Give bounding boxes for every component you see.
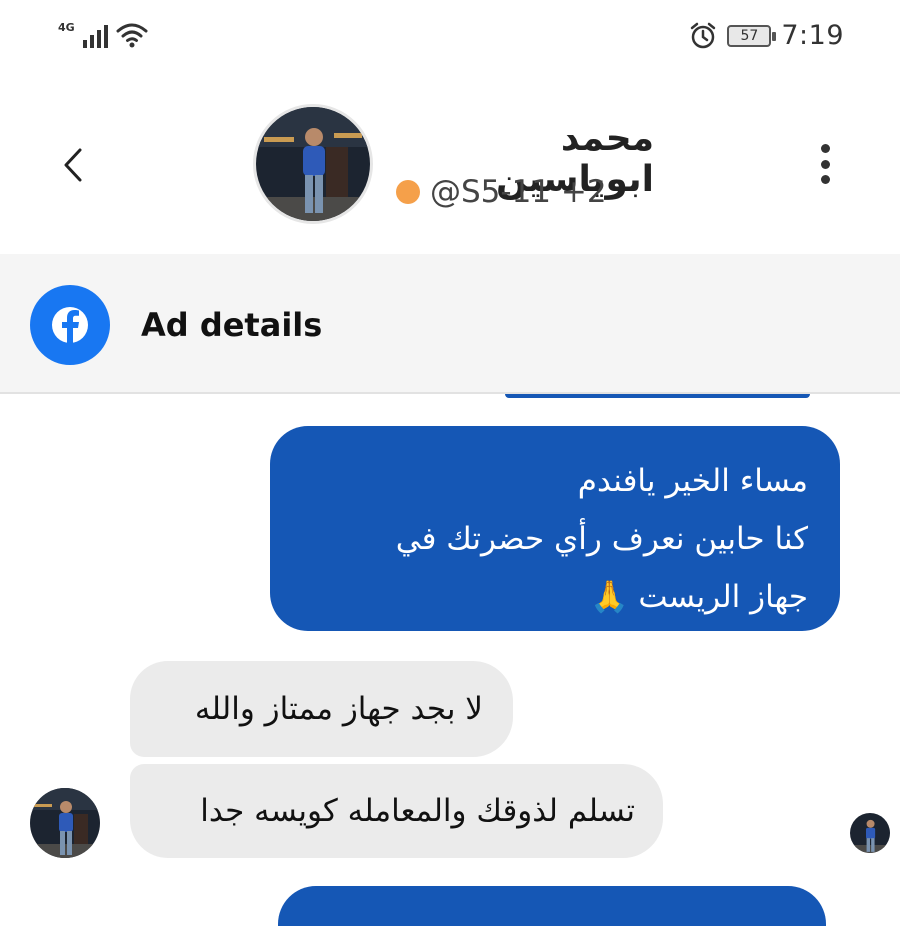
- status-time: 7:19: [781, 20, 844, 51]
- ad-details-bar[interactable]: Ad details: [0, 254, 900, 394]
- alarm-clock-icon: [691, 22, 716, 48]
- person-photo-icon: [30, 788, 100, 858]
- message-text: تسلم لذوقك والمعامله كويسه جدا: [200, 793, 635, 829]
- previous-message-edge: [505, 394, 810, 398]
- person-photo-icon: [850, 813, 890, 853]
- more-vertical-icon[interactable]: [812, 144, 838, 184]
- facebook-icon: [30, 285, 110, 365]
- status-bar: 4G 57 7:19: [0, 0, 900, 78]
- next-message-edge: [278, 886, 826, 926]
- sender-avatar[interactable]: [30, 788, 100, 858]
- signal-bars-icon: [82, 24, 108, 48]
- outgoing-message-bubble[interactable]: مساء الخير يافندم كنا حابين نعرف رأي حضر…: [270, 426, 840, 631]
- wifi-icon: [116, 23, 148, 48]
- contact-avatar[interactable]: [253, 104, 373, 224]
- status-left: 4G: [58, 21, 148, 48]
- battery-level: 57: [740, 27, 759, 44]
- incoming-message-bubble[interactable]: لا بجد جهاز ممتاز والله: [130, 661, 513, 757]
- person-photo-icon: [256, 107, 370, 221]
- read-receipt-avatar: [850, 813, 890, 853]
- chat-header: محمد ابوياسين @S5-11 +2: [0, 78, 900, 254]
- contact-handle: @S5-11 +2: [430, 174, 607, 210]
- status-dot: [396, 180, 420, 204]
- chevron-left-icon[interactable]: [52, 140, 96, 190]
- incoming-message-bubble[interactable]: تسلم لذوقك والمعامله كويسه جدا: [130, 764, 663, 858]
- battery-icon: 57: [727, 24, 777, 47]
- status-right: 57 7:19: [689, 20, 844, 51]
- message-line: مساء الخير يافندم: [577, 463, 808, 499]
- message-line: كنا حابين نعرف رأي حضرتك في: [395, 521, 808, 557]
- message-line: جهاز الريست 🙏: [589, 579, 808, 615]
- ad-details-label: Ad details: [141, 306, 323, 344]
- message-text: لا بجد جهاز ممتاز والله: [194, 691, 483, 727]
- contact-subtitle: @S5-11 +2: [396, 174, 607, 210]
- network-type-label: 4G: [58, 21, 75, 34]
